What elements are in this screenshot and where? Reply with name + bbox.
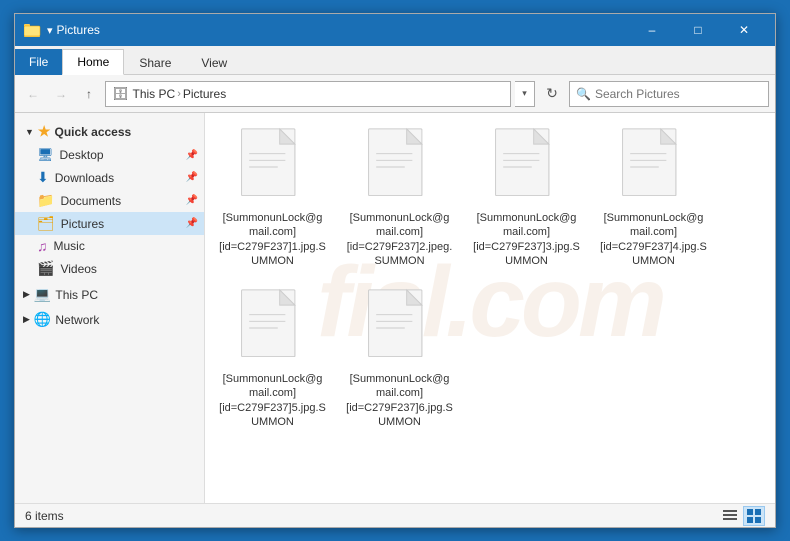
download-icon: ⬇ (37, 169, 49, 186)
sidebar-item-music[interactable]: ♫ Music (15, 235, 204, 257)
file-icon-3 (492, 127, 562, 207)
file-icon-5 (238, 288, 308, 368)
sidebar-item-pictures-label: Pictures (61, 217, 104, 231)
sidebar-item-desktop-label: Desktop (60, 148, 104, 162)
address-dropdown[interactable]: ▾ (515, 81, 535, 107)
chevron-right-icon-net: ▶ (23, 314, 30, 325)
titlebar-title: Pictures (57, 23, 629, 37)
refresh-button[interactable]: ↻ (539, 81, 565, 107)
file-name-5: [SummonunLock@gmail.com][id=C279F237]5.j… (219, 372, 326, 429)
file-icon-6 (365, 288, 435, 368)
file-name-4: [SummonunLock@gmail.com][id=C279F237]4.j… (600, 211, 707, 268)
titlebar-quick-icon: ▾ (47, 24, 53, 37)
ribbon: File Home Share View (15, 46, 775, 75)
sidebar-item-music-label: Music (54, 239, 85, 253)
file-item[interactable]: [SummonunLock@gmail.com][id=C279F237]3.j… (469, 123, 584, 272)
pin-icon-pictures: 📌 (186, 218, 198, 229)
file-name-6: [SummonunLock@gmail.com][id=C279F237]6.j… (346, 372, 453, 429)
file-item[interactable]: [SummonunLock@gmail.com][id=C279F237]6.j… (342, 284, 457, 433)
sidebar-item-documents[interactable]: 📁 Documents 📌 (15, 189, 204, 212)
sidebar-item-downloads[interactable]: ⬇ Downloads 📌 (15, 166, 204, 189)
quick-access-header[interactable]: ▼ ★ Quick access (15, 119, 204, 144)
tab-home[interactable]: Home (62, 49, 124, 75)
tab-view[interactable]: View (186, 49, 242, 75)
statusbar: 6 items (15, 503, 775, 527)
music-icon: ♫ (37, 238, 48, 254)
large-icons-view-button[interactable] (743, 506, 765, 526)
star-icon: ★ (38, 123, 51, 140)
file-icon-4 (619, 127, 689, 207)
network-header[interactable]: ▶ 🌐 Network (15, 305, 204, 330)
sidebar-item-videos[interactable]: 🎬 Videos (15, 257, 204, 280)
maximize-button[interactable]: □ (675, 14, 721, 46)
network-icon: 🌐 (34, 311, 51, 328)
pin-icon-downloads: 📌 (186, 172, 198, 183)
search-icon: 🔍 (576, 87, 591, 101)
titlebar-icon (23, 22, 43, 38)
pictures-icon: 🗂 (37, 215, 55, 232)
file-item[interactable]: [SummonunLock@gmail.com][id=C279F237]4.j… (596, 123, 711, 272)
quick-access-label: Quick access (54, 125, 131, 139)
chevron-down-icon: ▼ (25, 127, 34, 137)
file-name-2: [SummonunLock@gmail.com][id=C279F237]2.j… (346, 211, 453, 268)
file-icon-2 (365, 127, 435, 207)
up-button[interactable]: ↑ (77, 82, 101, 106)
file-name-3: [SummonunLock@gmail.com][id=C279F237]3.j… (473, 211, 580, 268)
search-box[interactable]: 🔍 (569, 81, 769, 107)
tab-file[interactable]: File (15, 49, 62, 75)
documents-icon: 📁 (37, 192, 54, 209)
titlebar-controls: – □ ✕ (629, 14, 767, 46)
main-content: ▼ ★ Quick access 🖥 Desktop 📌 ⬇ Downloads… (15, 113, 775, 503)
pin-icon-documents: 📌 (186, 195, 198, 206)
file-icon-1 (238, 127, 308, 207)
file-name-1: [SummonunLock@gmail.com][id=C279F237]1.j… (219, 211, 326, 268)
sidebar-item-downloads-label: Downloads (55, 171, 114, 185)
titlebar: ▾ Pictures – □ ✕ (15, 14, 775, 46)
this-pc-icon: 💻 (34, 286, 51, 303)
view-controls (719, 506, 765, 526)
files-grid: [SummonunLock@gmail.com][id=C279F237]1.j… (215, 123, 765, 433)
breadcrumb-icon: 🗄 (112, 86, 129, 102)
minimize-button[interactable]: – (629, 14, 675, 46)
list-view-button[interactable] (719, 506, 741, 526)
sidebar-item-pictures[interactable]: 🗂 Pictures 📌 (15, 212, 204, 235)
back-button[interactable]: ← (21, 82, 45, 106)
search-input[interactable] (595, 87, 762, 101)
forward-button[interactable]: → (49, 82, 73, 106)
item-count: 6 items (25, 509, 64, 523)
chevron-right-icon: ▶ (23, 289, 30, 300)
network-label: Network (55, 313, 99, 327)
explorer-window: ▾ Pictures – □ ✕ File Home Share View ← … (14, 13, 776, 528)
desktop-icon: 🖥 (37, 147, 54, 163)
this-pc-label: This PC (55, 288, 98, 302)
tab-share[interactable]: Share (124, 49, 186, 75)
sidebar-item-documents-label: Documents (60, 194, 121, 208)
pin-icon: 📌 (186, 150, 198, 161)
sidebar-item-desktop[interactable]: 🖥 Desktop 📌 (15, 144, 204, 166)
this-pc-header[interactable]: ▶ 💻 This PC (15, 280, 204, 305)
videos-icon: 🎬 (37, 260, 54, 277)
close-button[interactable]: ✕ (721, 14, 767, 46)
ribbon-tabs: File Home Share View (15, 46, 775, 74)
file-item[interactable]: [SummonunLock@gmail.com][id=C279F237]1.j… (215, 123, 330, 272)
breadcrumb-thispc[interactable]: This PC (133, 87, 176, 101)
sidebar: ▼ ★ Quick access 🖥 Desktop 📌 ⬇ Downloads… (15, 113, 205, 503)
address-path[interactable]: 🗄 This PC › Pictures (105, 81, 511, 107)
breadcrumb-pictures[interactable]: Pictures (183, 87, 226, 101)
file-area: fisl.com [SummonunLock@gma (205, 113, 775, 503)
file-item[interactable]: [SummonunLock@gmail.com][id=C279F237]2.j… (342, 123, 457, 272)
sidebar-item-videos-label: Videos (60, 262, 96, 276)
file-item[interactable]: [SummonunLock@gmail.com][id=C279F237]5.j… (215, 284, 330, 433)
addressbar: ← → ↑ 🗄 This PC › Pictures ▾ ↻ 🔍 (15, 75, 775, 113)
